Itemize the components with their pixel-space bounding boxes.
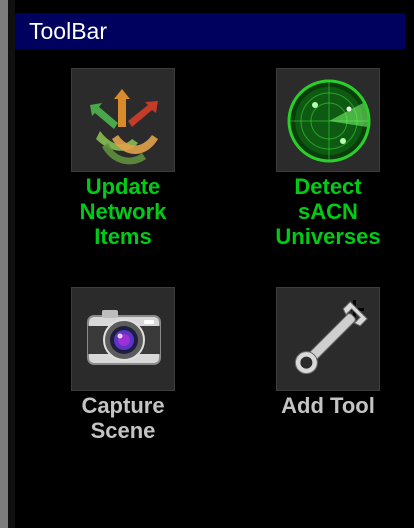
- detect-sacn-universes-label: Detect sACN Universes: [275, 174, 381, 249]
- add-tool-label: Add Tool: [281, 393, 375, 418]
- camera-icon: [71, 287, 175, 391]
- capture-scene-label: Capture Scene: [81, 393, 165, 443]
- network-arrows-icon: [71, 68, 175, 172]
- window-left-border-inner: [8, 0, 15, 528]
- detect-sacn-universes-button[interactable]: Detect sACN Universes: [253, 68, 403, 249]
- add-tool-button[interactable]: Add Tool: [253, 287, 403, 418]
- capture-scene-button[interactable]: Capture Scene: [48, 287, 198, 443]
- window-right-border: [405, 0, 414, 528]
- window-left-border: [0, 0, 8, 528]
- update-network-items-label: Update Network Items: [79, 174, 167, 249]
- wrench-add-icon: [276, 287, 380, 391]
- update-network-items-button[interactable]: Update Network Items: [48, 68, 198, 249]
- radar-icon: [276, 68, 380, 172]
- toolbar-window: ToolBar Update Network Items Detect sACN…: [0, 0, 414, 528]
- window-title: ToolBar: [15, 13, 405, 49]
